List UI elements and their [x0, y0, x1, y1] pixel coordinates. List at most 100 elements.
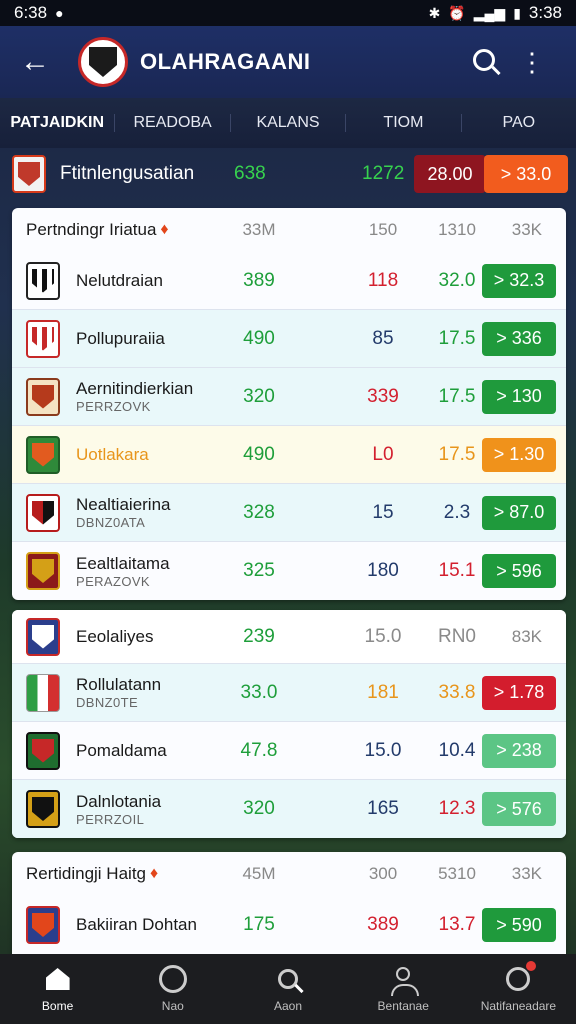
header-col-3: 5310: [438, 864, 476, 883]
team-name: Nealtiaierina: [76, 495, 171, 514]
team-crest-icon: [26, 731, 60, 770]
nav-ball[interactable]: Nao: [115, 965, 230, 1013]
search-icon: [274, 965, 302, 993]
match-row[interactable]: Nealtiaierina DBNZ0ATA 328 15 2.3 > 87.0: [12, 484, 566, 542]
team-name: Aernitindierkian: [76, 379, 194, 398]
value-3: RN0: [437, 625, 476, 647]
value-2: 15.0: [364, 625, 402, 647]
league-title: Rertidingji Haitg: [26, 864, 146, 883]
status-bar: 6:38 ● ✱ ⏰ ▂▄▆ ▮ 3:38: [0, 0, 576, 26]
status-time: 6:38: [14, 3, 48, 22]
match-row[interactable]: Rollulatann DBNZ0TE 33.0 181 33.8 > 1.78: [12, 664, 566, 722]
odds-button[interactable]: > 130: [482, 379, 556, 414]
home-icon: [44, 965, 72, 993]
match-row[interactable]: Aernitindierkian PERRZOVK 320 339 17.5 >…: [12, 368, 566, 426]
value-1: 239: [243, 625, 275, 647]
nav-label: Bome: [41, 999, 74, 1013]
back-arrow-icon[interactable]: ←: [20, 45, 64, 79]
value-3: 17.5: [438, 385, 476, 407]
featured-match-row[interactable]: Ftitnlengusatian 638 1272 28.00 > 33.0: [12, 150, 568, 198]
nav-notifications[interactable]: Natifaneadare: [461, 961, 576, 1013]
team-name: Uotlakara: [76, 444, 149, 464]
value-3: 12.3: [438, 798, 476, 819]
team-subtitle: PERRZOVK: [76, 399, 151, 414]
value-1: 320: [243, 798, 275, 819]
value-1: 33.0: [240, 681, 278, 703]
tab-4[interactable]: PAO: [462, 114, 576, 132]
bluetooth-icon: ✱: [428, 4, 441, 21]
value-2: 15.0: [364, 739, 402, 761]
team-name: Pollupuraiia: [76, 328, 165, 348]
value-2: 180: [367, 560, 399, 581]
team-name: Nelutdraian: [76, 270, 163, 290]
match-row[interactable]: Dalnlotania PERRZOIL 320 165 12.3 > 576: [12, 780, 566, 838]
value-1: 389: [243, 269, 275, 291]
nav-profile[interactable]: Bentanae: [346, 965, 461, 1013]
team-name: Ftitnlengusatian: [60, 163, 195, 184]
more-options-icon[interactable]: ⋮: [508, 47, 556, 78]
featured-odds-button[interactable]: > 33.0: [484, 155, 568, 193]
header-col-2: 150: [368, 220, 398, 239]
value-1: 320: [243, 385, 275, 407]
value-3: 32.0: [438, 269, 476, 291]
tab-2[interactable]: KALANS: [231, 114, 347, 132]
match-row[interactable]: Eeolaliyes 239 15.0 RN0 83K: [12, 610, 566, 664]
status-clock: 3:38: [528, 3, 562, 22]
odds-button[interactable]: > 336: [482, 321, 556, 356]
featured-odds-badge[interactable]: 28.00: [414, 155, 486, 193]
tab-0[interactable]: PATJAIDKIN: [0, 114, 116, 132]
value-2: L0: [372, 443, 394, 465]
nav-search[interactable]: Aaon: [230, 965, 345, 1013]
match-row[interactable]: Uotlakara 490 L0 17.5 > 1.30: [12, 426, 566, 484]
team-crest-icon: [26, 319, 60, 358]
odds-button[interactable]: > 87.0: [482, 495, 556, 530]
odds-button[interactable]: > 238: [482, 733, 556, 768]
nav-label: Natifaneadare: [480, 999, 557, 1013]
header-col-1: 45M: [242, 864, 276, 883]
nav-home[interactable]: Bome: [0, 965, 115, 1013]
value-1: 328: [243, 501, 275, 523]
nav-label: Nao: [161, 999, 184, 1013]
odds-button[interactable]: > 32.3: [482, 263, 556, 298]
match-row[interactable]: Nelutdraian 389 118 32.0 > 32.3: [12, 252, 566, 310]
odds-button[interactable]: > 1.30: [482, 437, 556, 472]
flame-icon: ♦: [160, 221, 169, 238]
tab-3[interactable]: TIOM: [346, 114, 462, 132]
tab-1[interactable]: READOBA: [115, 114, 231, 132]
match-row[interactable]: Pomaldama 47.8 15.0 10.4 > 238: [12, 722, 566, 780]
team-name: Eeolaliyes: [76, 626, 154, 646]
app-logo: [78, 37, 128, 87]
search-button[interactable]: [460, 47, 508, 78]
odds-button[interactable]: > 1.78: [482, 675, 556, 710]
odds-button[interactable]: > 590: [482, 908, 556, 942]
profile-icon: [389, 965, 420, 996]
team-name: Pomaldama: [76, 740, 167, 760]
team-crest-icon: [26, 906, 60, 944]
match-row[interactable]: Bakiiran Dohtan 175 389 13.7 > 590: [12, 896, 566, 954]
match-row[interactable]: Eealtlaitama PERAZOVK 325 180 15.1 > 596: [12, 542, 566, 600]
league-header: Rertidingji Haitg ♦ 45M 300 5310 33K: [12, 852, 566, 896]
featured-value-2: 1272: [362, 163, 405, 184]
team-crest-icon: [26, 673, 60, 712]
value-2: 181: [367, 681, 399, 703]
featured-value-1: 638: [234, 163, 266, 184]
search-icon: [473, 48, 495, 71]
value-3: 17.5: [438, 327, 476, 349]
ball-icon: [158, 965, 187, 993]
team-crest-icon: [26, 617, 60, 656]
league-card-3: Rertidingji Haitg ♦ 45M 300 5310 33K Bak…: [12, 852, 566, 954]
team-crest-icon: [26, 790, 60, 828]
flame-icon: ♦: [150, 865, 159, 882]
odds-button[interactable]: > 596: [482, 554, 556, 588]
value-2: 85: [372, 327, 394, 349]
odds-button[interactable]: > 576: [482, 792, 556, 826]
team-crest-icon: [26, 261, 60, 300]
match-row[interactable]: Pollupuraiia 490 85 17.5 > 336: [12, 310, 566, 368]
value-1: 47.8: [240, 739, 278, 761]
nav-label: Aaon: [273, 999, 303, 1013]
team-crest-icon: [26, 377, 60, 416]
value-1: 325: [243, 560, 275, 581]
value-2: 118: [367, 269, 399, 291]
value-3: 10.4: [438, 739, 476, 761]
value-1: 490: [243, 327, 275, 349]
